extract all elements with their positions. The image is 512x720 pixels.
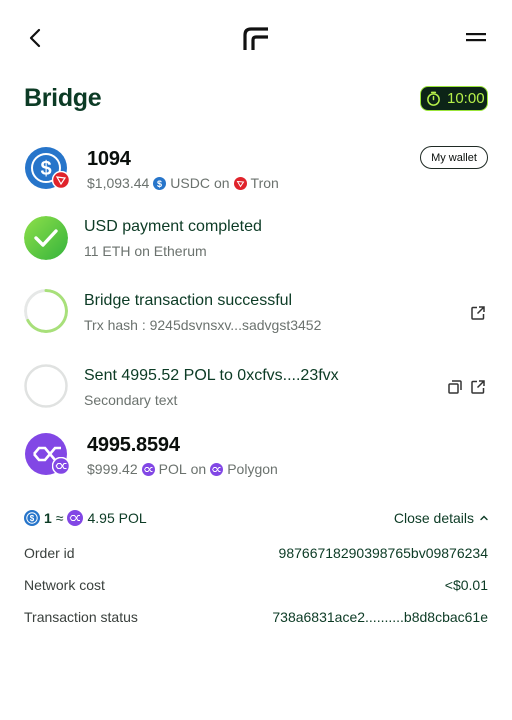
- timer-value: 10:00: [447, 90, 485, 107]
- svg-text:$: $: [40, 158, 51, 180]
- source-token: USDC: [170, 175, 210, 191]
- destination-token-row: 4995.8594 $999.42 POL on Polygon: [24, 432, 488, 482]
- rate-row: $ 1 ≈ 4.95 POL Close details: [24, 510, 488, 530]
- tron-chain-badge-icon: [52, 171, 70, 189]
- detail-row-network-cost: Network cost <$0.01: [24, 577, 488, 597]
- rate-approx: ≈: [55, 510, 64, 526]
- svg-text:$: $: [30, 514, 35, 523]
- chevron-up-icon: [480, 515, 488, 521]
- step-bridge-transaction: Bridge transaction successful Trx hash :…: [24, 289, 488, 335]
- destination-amount: 4995.8594: [87, 434, 180, 456]
- my-wallet-button[interactable]: My wallet: [420, 146, 488, 169]
- source-on-label: on: [213, 175, 230, 191]
- detail-value: <$0.01: [444, 577, 488, 593]
- step-title: Bridge transaction successful: [84, 292, 293, 309]
- brand-logo-icon: [243, 27, 268, 50]
- external-link-icon[interactable]: [470, 379, 486, 395]
- rate-left: 1: [44, 510, 52, 526]
- rate-right: 4.95 POL: [87, 510, 147, 526]
- detail-label: Order id: [24, 545, 75, 561]
- source-chain: Tron: [250, 175, 279, 191]
- detail-label: Transaction status: [24, 609, 138, 625]
- source-details: $1,093.44 $ USDC on Tron: [87, 175, 279, 191]
- step-subtitle: Trx hash : 9245dsvnsxv...sadvgst3452: [84, 317, 322, 333]
- back-chevron-icon[interactable]: [24, 26, 48, 50]
- progress-spinner-icon: [24, 289, 68, 333]
- menu-icon[interactable]: [466, 30, 486, 46]
- step-subtitle: Secondary text: [84, 392, 178, 408]
- step-usd-payment: USD payment completed 11 ETH on Etherum: [24, 216, 488, 262]
- top-bar: [0, 0, 512, 76]
- countdown-timer: 10:00: [420, 86, 488, 111]
- check-completed-icon: [24, 216, 68, 260]
- polygon-mini-icon: [210, 462, 224, 476]
- destination-on-label: on: [190, 461, 207, 477]
- step-title: USD payment completed: [84, 218, 262, 235]
- pending-circle-icon: [24, 364, 68, 408]
- page-title: Bridge: [24, 84, 102, 112]
- copy-icon[interactable]: [447, 379, 463, 395]
- source-fiat: $1,093.44: [87, 175, 150, 191]
- detail-row-order-id: Order id 98766718290398765bv09876234: [24, 545, 488, 565]
- step-sent-pol: Sent 4995.52 POL to 0xcfvs....23fvx Seco…: [24, 364, 488, 410]
- usdc-rate-icon: $: [24, 510, 40, 526]
- destination-chain: Polygon: [227, 461, 278, 477]
- stopwatch-icon: [427, 91, 440, 106]
- detail-value: 98766718290398765bv09876234: [278, 545, 488, 561]
- detail-label: Network cost: [24, 577, 105, 593]
- polygon-mini-icon: [141, 462, 155, 476]
- svg-text:$: $: [157, 179, 162, 189]
- destination-details: $999.42 POL on Polygon: [87, 461, 278, 477]
- polygon-rate-icon: [67, 510, 84, 526]
- exchange-rate: $ 1 ≈ 4.95 POL: [24, 510, 147, 526]
- close-details-toggle[interactable]: Close details: [394, 510, 488, 526]
- tron-mini-icon: [233, 176, 247, 190]
- step-subtitle: 11 ETH on Etherum: [84, 243, 207, 259]
- source-token-row: $ 1094 $1,093.44 $ USDC on Tron My walle…: [24, 146, 488, 196]
- close-details-label: Close details: [393, 510, 474, 526]
- destination-fiat: $999.42: [87, 461, 138, 477]
- step-title: Sent 4995.52 POL to 0xcfvs....23fvx: [84, 367, 339, 384]
- source-amount: 1094: [87, 148, 131, 170]
- external-link-icon[interactable]: [470, 305, 486, 321]
- destination-token: POL: [158, 461, 187, 477]
- detail-row-transaction-status: Transaction status 738a6831ace2.........…: [24, 609, 488, 629]
- polygon-chain-badge-icon: [52, 457, 70, 475]
- detail-value: 738a6831ace2..........b8d8cbac61e: [272, 609, 488, 625]
- usdc-mini-icon: $: [153, 176, 167, 190]
